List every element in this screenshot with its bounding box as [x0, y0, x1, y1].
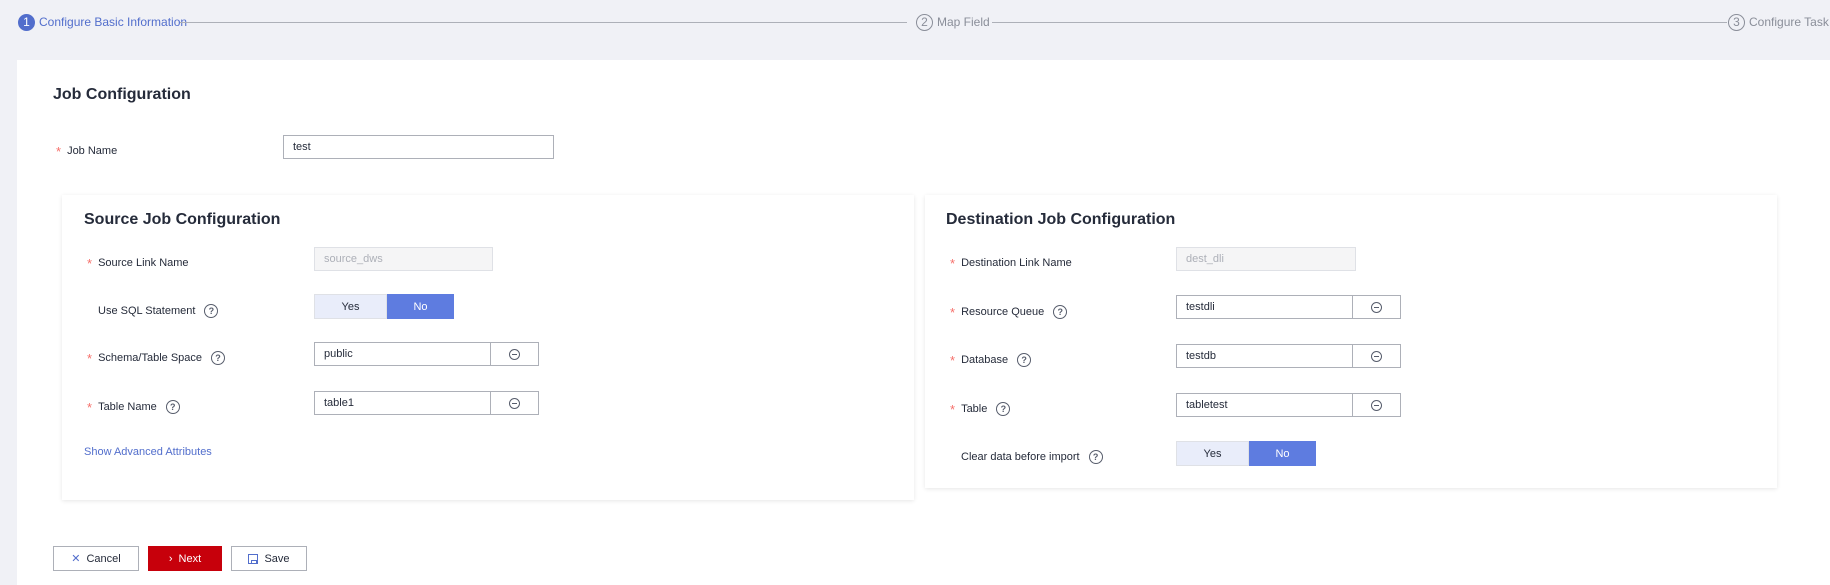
step-label: Configure Basic Information: [39, 15, 188, 29]
schema-label: * Schema/Table Space ?: [87, 350, 226, 366]
destination-panel: [925, 195, 1777, 488]
step-label: Map Field: [937, 15, 990, 29]
required-star: *: [87, 400, 93, 415]
help-icon[interactable]: ?: [1088, 450, 1103, 464]
clear-data-label: Clear data before import ?: [961, 450, 1103, 464]
minus-circle-icon: [509, 397, 520, 409]
database-input[interactable]: testdb: [1176, 344, 1353, 368]
required-star: *: [950, 402, 956, 417]
job-name-label: * Job Name: [56, 144, 118, 159]
use-sql-no-option[interactable]: No: [387, 294, 454, 319]
required-star: *: [950, 305, 956, 320]
page-title: Job Configuration: [53, 86, 191, 103]
step-number: 3: [1728, 13, 1745, 31]
table-label: * Table ?: [950, 401, 1011, 417]
step-label: Configure Task: [1749, 15, 1829, 29]
help-icon[interactable]: ?: [996, 401, 1011, 416]
help-icon[interactable]: ?: [1017, 352, 1032, 367]
steps-bar: 1 Configure Basic Information 2 Map Fiel…: [0, 0, 1830, 44]
source-link-label: * Source Link Name: [87, 256, 189, 271]
use-sql-label: Use SQL Statement ?: [98, 304, 219, 318]
step-number: 1: [18, 13, 35, 31]
step-configure-task: 3 Configure Task: [1728, 13, 1829, 31]
save-button[interactable]: Save: [231, 546, 307, 571]
schema-select-button[interactable]: [491, 342, 539, 366]
database-label: * Database ?: [950, 352, 1032, 368]
resource-queue-input[interactable]: testdli: [1176, 295, 1353, 319]
destination-link-input: dest_dli: [1176, 247, 1356, 271]
table-select-button[interactable]: [491, 391, 539, 415]
step-connector: [180, 22, 907, 23]
next-button[interactable]: › Next: [148, 546, 222, 571]
save-icon: [248, 553, 259, 564]
job-name-input[interactable]: test: [283, 135, 554, 159]
required-star: *: [950, 353, 956, 368]
table-name-label: * Table Name ?: [87, 399, 180, 415]
help-icon[interactable]: ?: [204, 304, 219, 318]
step-number: 2: [916, 13, 933, 31]
source-link-input: source_dws: [314, 247, 493, 271]
source-panel-title: Source Job Configuration: [84, 211, 281, 228]
use-sql-yes-option[interactable]: Yes: [314, 294, 387, 319]
resource-queue-label: * Resource Queue ?: [950, 304, 1068, 320]
required-star: *: [56, 144, 62, 159]
schema-input[interactable]: public: [314, 342, 491, 366]
table-input[interactable]: tabletest: [1176, 393, 1353, 417]
table-select-button[interactable]: [1353, 393, 1401, 417]
help-icon[interactable]: ?: [211, 350, 226, 365]
minus-circle-icon: [509, 348, 520, 360]
show-advanced-attributes-link[interactable]: Show Advanced Attributes: [84, 446, 212, 458]
close-icon: ✕: [71, 553, 81, 565]
required-star: *: [950, 256, 956, 271]
clear-data-yes-option[interactable]: Yes: [1176, 441, 1249, 466]
minus-circle-icon: [1371, 301, 1382, 313]
chevron-right-icon: ›: [168, 552, 173, 565]
table-name-input[interactable]: table1: [314, 391, 491, 415]
clear-data-no-option[interactable]: No: [1249, 441, 1316, 466]
destination-link-label: * Destination Link Name: [950, 256, 1072, 271]
use-sql-toggle: Yes No: [314, 294, 454, 319]
minus-circle-icon: [1371, 350, 1382, 362]
destination-panel-title: Destination Job Configuration: [946, 211, 1176, 228]
clear-data-toggle: Yes No: [1176, 441, 1316, 466]
database-select-button[interactable]: [1353, 344, 1401, 368]
cancel-button[interactable]: ✕ Cancel: [53, 546, 139, 571]
required-star: *: [87, 256, 93, 271]
step-connector: [992, 22, 1727, 23]
help-icon[interactable]: ?: [1053, 304, 1068, 319]
resource-queue-select-button[interactable]: [1353, 295, 1401, 319]
required-star: *: [87, 351, 93, 366]
step-configure-basic-info: 1 Configure Basic Information: [18, 13, 187, 31]
step-map-field: 2 Map Field: [916, 13, 990, 31]
minus-circle-icon: [1371, 399, 1382, 411]
help-icon[interactable]: ?: [165, 399, 180, 414]
